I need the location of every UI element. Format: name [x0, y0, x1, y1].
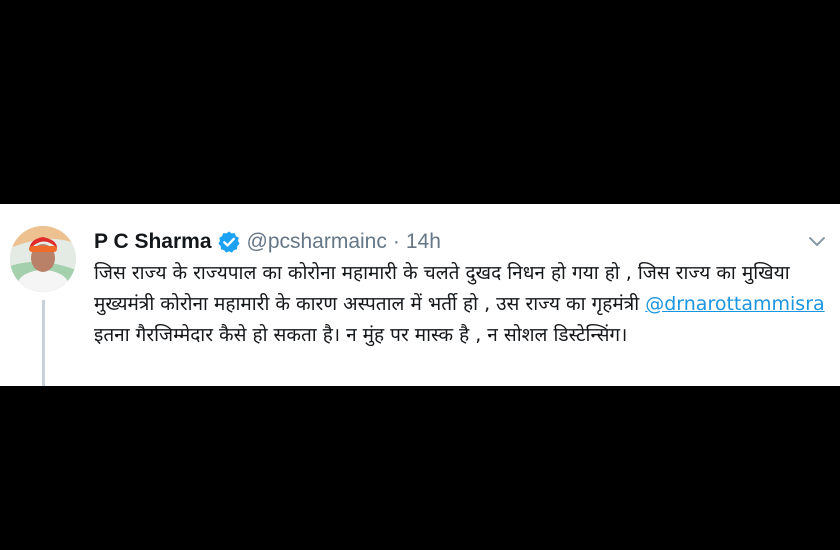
tweet-text: जिस राज्य के राज्यपाल का कोरोना महामारी … [94, 258, 826, 351]
tweet-card[interactable]: P C Sharma @pcsharmainc · 14h जिस राज्य … [0, 204, 840, 386]
separator-dot: · [392, 230, 400, 253]
tweet-text-part2: इतना गैरजिम्मेदार कैसे हो सकता है। न मुं… [94, 324, 628, 346]
author-avatar[interactable] [10, 226, 76, 292]
chevron-down-icon[interactable] [806, 230, 828, 252]
author-handle[interactable]: @pcsharmainc [247, 230, 387, 254]
tweet-timestamp[interactable]: 14h [406, 230, 441, 254]
thread-line [42, 300, 45, 386]
author-display-name[interactable]: P C Sharma [94, 230, 212, 254]
verified-badge-icon [217, 230, 241, 254]
mention-link[interactable]: @drnarottammisra [645, 293, 824, 315]
avatar-image [10, 226, 76, 292]
tweet-header: P C Sharma @pcsharmainc · 14h [94, 226, 441, 258]
